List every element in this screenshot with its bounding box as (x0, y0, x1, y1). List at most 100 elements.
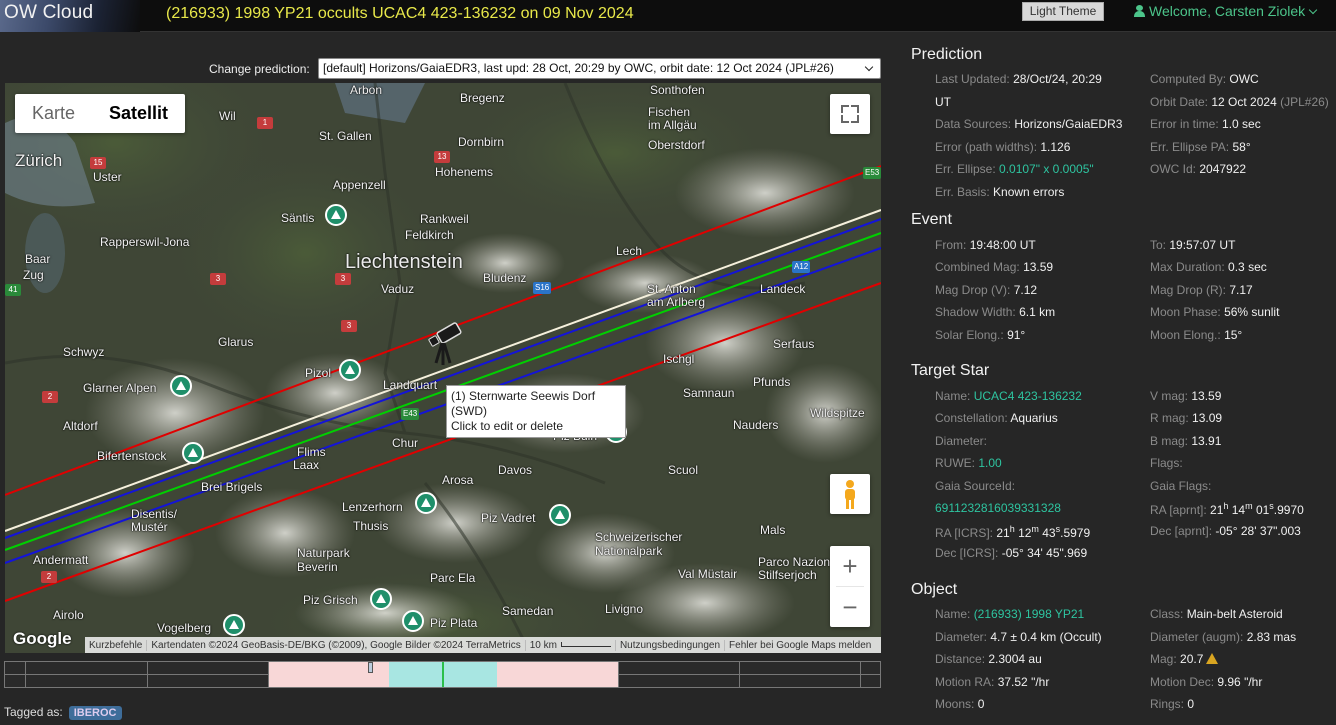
keyboard-shortcuts-link[interactable]: Kurzbefehle (85, 639, 148, 651)
mountain-marker-icon[interactable] (415, 492, 437, 514)
constellation-row: Constellation: Aquarius (935, 411, 1058, 425)
bmag-row: B mag: 13.91 (1150, 434, 1222, 448)
prediction-select[interactable]: [default] Horizons/GaiaEDR3, last upd: 2… (318, 58, 881, 79)
event-to-row: To: 19:57:07 UT (1150, 238, 1236, 252)
place-label: Samnaun (683, 386, 735, 400)
road-shield: S16 (533, 282, 552, 294)
map-type-karte-button[interactable]: Karte (15, 94, 92, 133)
timeline-tick (739, 662, 740, 687)
place-label: Vogelberg (157, 621, 212, 635)
place-label: Disentis/ Mustér (131, 507, 178, 534)
road-shield: 2 (42, 391, 58, 403)
err-basis-row: Err. Basis: Known errors (935, 185, 1065, 199)
light-theme-button[interactable]: Light Theme (1022, 2, 1104, 21)
place-label: Wildspitze (810, 406, 865, 420)
place-label: Uster (93, 170, 122, 184)
place-label: Fischen im Allgäu (648, 105, 697, 132)
brand-name[interactable]: OW Cloud (4, 2, 93, 24)
star-name-link[interactable]: UCAC4 423-136232 (974, 389, 1082, 403)
timeline-tick (860, 662, 861, 687)
warning-icon[interactable] (1206, 653, 1219, 664)
mountain-marker-icon[interactable] (549, 504, 571, 526)
place-label: Lenzerhorn (342, 500, 403, 514)
map-type-satellite-button[interactable]: Satellit (92, 94, 185, 133)
terms-link[interactable]: Nutzungsbedingungen (616, 639, 726, 651)
error-time-row: Error in time: 1.0 sec (1150, 117, 1261, 131)
scale-label: 10 km (529, 639, 557, 651)
place-label: Laax (293, 458, 320, 472)
place-label: Säntis (281, 211, 315, 225)
place-label: Glarus (218, 335, 254, 349)
object-name-link[interactable]: (216933) 1998 YP21 (974, 607, 1085, 621)
fullscreen-button[interactable] (830, 94, 870, 134)
computed-by-row: Computed By: OWC (1150, 72, 1259, 86)
road-shield: 1 (257, 117, 273, 129)
section-title-prediction: Prediction (911, 46, 983, 63)
place-label: Schwyz (63, 345, 105, 359)
solar-elong-row: Solar Elong.: 91° (935, 328, 1026, 342)
mountain-marker-icon[interactable] (402, 610, 424, 632)
place-label: Mals (760, 523, 786, 537)
mountain-marker-icon[interactable] (370, 588, 392, 610)
mountain-marker-icon[interactable] (182, 442, 204, 464)
object-mag-row: Mag: 20.7 (1150, 652, 1219, 666)
prediction-select-value: [default] Horizons/GaiaEDR3, last upd: 2… (323, 61, 834, 75)
place-label: Livigno (605, 602, 644, 616)
map-view[interactable]: Zürich Uster Baar Zug Rapperswil-Jona Sc… (5, 83, 881, 653)
gaia-sourceid-value[interactable]: 6911232816039331328 (935, 501, 1061, 515)
mountain-marker-icon[interactable] (223, 614, 245, 636)
page-title: (216933) 1998 YP21 occults UCAC4 423-136… (166, 5, 634, 22)
place-label: St. Gallen (319, 129, 372, 143)
zoom-in-button[interactable]: + (830, 546, 870, 586)
vmag-row: V mag: 13.59 (1150, 389, 1222, 403)
place-label: St. Anton am Arlberg (647, 282, 706, 309)
google-logo[interactable]: Google (13, 629, 72, 649)
map-attribution: Kurzbefehle Kartendaten ©2024 GeoBasis-D… (85, 637, 881, 653)
ruwe-row: RUWE: 1.00 (935, 456, 1002, 470)
mag-drop-r-row: Mag Drop (R): 7.17 (1150, 283, 1253, 297)
place-label: Landeck (760, 282, 806, 296)
place-label: Pfunds (753, 375, 791, 389)
map-type-toggle: Karte Satellit (15, 94, 186, 133)
report-error-link[interactable]: Fehler bei Google Maps melden (725, 640, 875, 651)
place-label: Feldkirch (405, 228, 454, 242)
telescope-icon[interactable] (428, 319, 468, 367)
brand-logo[interactable]: OW Cloud (0, 0, 140, 32)
chevron-down-icon (1308, 5, 1318, 15)
place-label: Oberstdorf (648, 138, 705, 152)
section-title-target-star: Target Star (911, 362, 990, 379)
gaia-sourceid-label: Gaia SourceId: (935, 479, 1016, 493)
place-label: Piz Plata (430, 616, 478, 630)
moons-row: Moons: 0 (935, 697, 985, 711)
place-label: Samedan (502, 604, 554, 618)
tooltip-hint: Click to edit or delete (451, 419, 564, 433)
timeline-slider-handle[interactable] (368, 662, 373, 673)
rmag-row: R mag: 13.09 (1150, 411, 1223, 425)
road-shield: E43 (401, 408, 420, 420)
event-timeline[interactable] (4, 661, 881, 688)
zoom-control: + − (830, 546, 870, 627)
tag-badge[interactable]: IBEROC (68, 706, 122, 720)
road-shield: 3 (341, 320, 357, 332)
pegman-icon[interactable] (830, 474, 870, 514)
road-shield: E53 (863, 167, 881, 179)
station-tooltip[interactable]: (1) Sternwarte Seewis Dorf (SWD) Click t… (446, 385, 626, 438)
scale-indicator[interactable]: 10 km (526, 639, 616, 651)
event-from-row: From: 19:48:00 UT (935, 238, 1036, 252)
place-label: Davos (498, 463, 533, 477)
user-icon (1134, 5, 1145, 17)
mountain-marker-icon[interactable] (170, 375, 192, 397)
mountain-marker-icon[interactable] (325, 204, 347, 226)
place-label: Hohenems (435, 165, 494, 179)
zoom-out-button[interactable]: − (830, 587, 870, 627)
mag-drop-v-row: Mag Drop (V): 7.12 (935, 283, 1038, 297)
chevron-down-icon (864, 62, 874, 72)
place-label: Nauders (733, 418, 779, 432)
user-menu[interactable]: Welcome, Carsten Ziolek (1134, 3, 1318, 19)
place-label: Lech (616, 244, 643, 258)
mountain-marker-icon[interactable] (339, 359, 361, 381)
object-diameter-row: Diameter: 4.7 ± 0.4 km (Occult) (935, 630, 1102, 644)
place-label: Ischgl (663, 352, 695, 366)
road-shield: A12 (792, 261, 811, 273)
road-shield: 3 (335, 273, 351, 285)
